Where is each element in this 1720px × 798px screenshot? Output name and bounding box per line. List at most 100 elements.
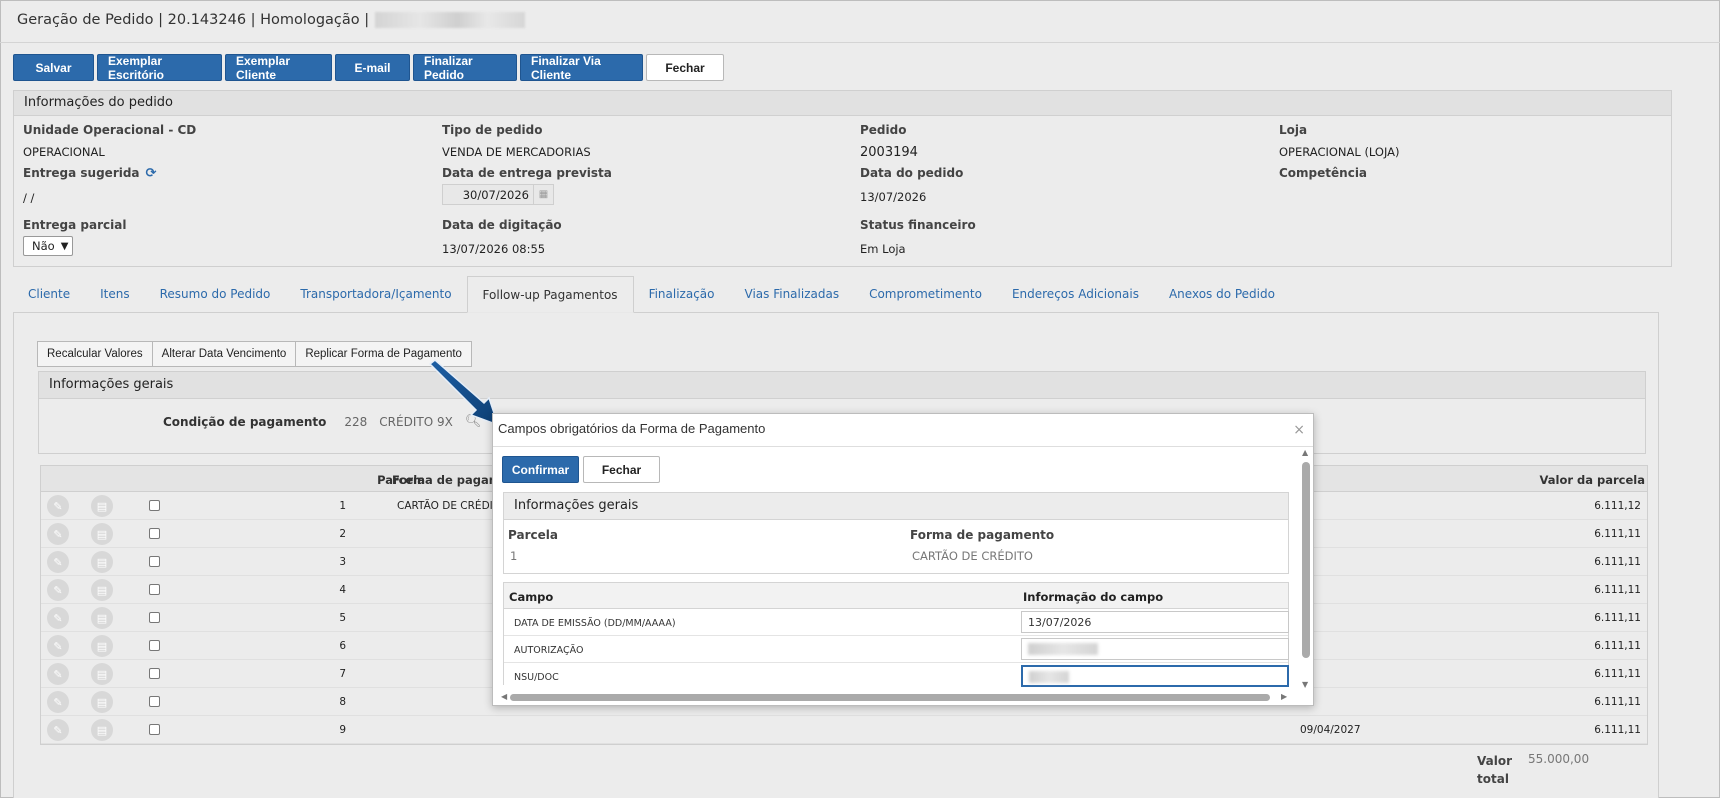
order-info-panel: Informações do pedido Unidade Operaciona… <box>13 90 1672 267</box>
document-icon[interactable]: ▤ <box>91 719 113 741</box>
finalize-order-button[interactable]: Finalizar Pedido <box>413 54 517 82</box>
valor-cell: 6.111,11 <box>1594 668 1641 680</box>
edit-icon[interactable]: ✎ <box>47 523 69 545</box>
email-button[interactable]: E-mail <box>335 54 410 81</box>
scroll-up-icon[interactable]: ▲ <box>1302 448 1308 457</box>
document-icon[interactable]: ▤ <box>91 663 113 685</box>
row-checkbox[interactable] <box>149 500 160 511</box>
parcela-cell: 1 <box>339 500 346 512</box>
calendar-icon[interactable]: ▦ <box>533 185 553 204</box>
edit-icon[interactable]: ✎ <box>47 607 69 629</box>
edit-icon[interactable]: ✎ <box>47 691 69 713</box>
parcela-cell: 2 <box>339 528 346 540</box>
row-checkbox[interactable] <box>149 696 160 707</box>
row-checkbox[interactable] <box>149 640 160 651</box>
tab-anexos[interactable]: Anexos do Pedido <box>1154 276 1290 313</box>
confirm-button[interactable]: Confirmar <box>502 456 579 483</box>
document-icon[interactable]: ▤ <box>91 607 113 629</box>
tab-comprometimento[interactable]: Comprometimento <box>854 276 997 313</box>
client-copy-button[interactable]: Exemplar Cliente <box>225 54 332 82</box>
parcela-cell: 4 <box>339 584 346 596</box>
row-checkbox[interactable] <box>149 556 160 567</box>
document-icon[interactable]: ▤ <box>91 579 113 601</box>
search-icon[interactable]: 🔍︎ <box>465 414 482 429</box>
pedido-label: Pedido <box>860 123 907 137</box>
parcela-cell: 8 <box>339 696 346 708</box>
col-info: Informação do campo <box>1023 590 1164 604</box>
scroll-right-icon[interactable]: ▶ <box>1281 692 1287 701</box>
document-icon[interactable]: ▤ <box>91 551 113 573</box>
valor-cell: 6.111,11 <box>1594 556 1641 568</box>
modal-vertical-scrollbar[interactable]: ▲ ▼ <box>1301 448 1311 692</box>
payment-actions: Recalcular Valores Alterar Data Vencimen… <box>37 341 472 367</box>
entrega-parcial-select[interactable]: Não ▼ <box>23 236 74 256</box>
change-due-date-button[interactable]: Alterar Data Vencimento <box>151 341 297 367</box>
scroll-left-icon[interactable]: ◀ <box>501 692 507 701</box>
field-name: NSU/DOC <box>514 672 559 683</box>
emission-date-input[interactable]: 13/07/2026 <box>1021 611 1289 633</box>
parcela-cell: 5 <box>339 612 346 624</box>
data-pedido-field: Data do pedido 13/07/2026 <box>860 166 963 204</box>
finalize-client-button[interactable]: Finalizar Via Cliente <box>520 54 643 82</box>
edit-icon[interactable]: ✎ <box>47 579 69 601</box>
order-info-heading: Informações do pedido <box>14 91 1671 116</box>
redacted-value <box>1028 643 1098 655</box>
tab-itens[interactable]: Itens <box>85 276 144 313</box>
edit-icon[interactable]: ✎ <box>47 719 69 741</box>
tab-enderecos[interactable]: Endereços Adicionais <box>997 276 1154 313</box>
field-row: DATA DE EMISSÃO (DD/MM/AAAA) 13/07/2026 <box>504 609 1289 636</box>
valor-cell: 6.111,11 <box>1594 640 1641 652</box>
entrega-sugerida-label: Entrega sugerida ⟳ <box>23 166 156 181</box>
tab-cliente[interactable]: Cliente <box>13 276 85 313</box>
replicate-payment-button[interactable]: Replicar Forma de Pagamento <box>295 341 472 367</box>
tab-vias-finalizadas[interactable]: Vias Finalizadas <box>730 276 855 313</box>
edit-icon[interactable]: ✎ <box>47 663 69 685</box>
close-button[interactable]: Fechar <box>646 54 724 81</box>
document-icon[interactable]: ▤ <box>91 495 113 517</box>
row-checkbox[interactable] <box>149 584 160 595</box>
modal-close-button[interactable]: Fechar <box>583 456 660 483</box>
row-checkbox[interactable] <box>149 528 160 539</box>
entrega-prevista-input[interactable]: 30/07/2026 ▦ <box>442 184 554 205</box>
tab-resumo[interactable]: Resumo do Pedido <box>145 276 286 313</box>
document-icon[interactable]: ▤ <box>91 523 113 545</box>
horizontal-scroll-thumb[interactable] <box>510 694 1270 701</box>
edit-icon[interactable]: ✎ <box>47 635 69 657</box>
document-icon[interactable]: ▤ <box>91 635 113 657</box>
nsu-doc-input[interactable] <box>1021 665 1289 687</box>
status-value: Em Loja <box>860 242 906 256</box>
save-button[interactable]: Salvar <box>13 54 94 81</box>
tab-transportadora[interactable]: Transportadora/Içamento <box>285 276 466 313</box>
row-checkbox[interactable] <box>149 668 160 679</box>
close-icon[interactable]: × <box>1293 422 1305 438</box>
entrega-prevista-field: Data de entrega prevista 30/07/2026 ▦ <box>442 166 612 205</box>
office-copy-button[interactable]: Exemplar Escritório <box>97 54 222 82</box>
entrega-parcial-field: Entrega parcial Não ▼ <box>23 218 126 256</box>
document-icon[interactable]: ▤ <box>91 691 113 713</box>
data-pedido-value: 13/07/2026 <box>860 190 927 204</box>
modal-actions: Confirmar Fechar <box>502 456 660 483</box>
authorization-input[interactable] <box>1021 638 1289 660</box>
edit-icon[interactable]: ✎ <box>47 495 69 517</box>
row-checkbox[interactable] <box>149 724 160 735</box>
edit-icon[interactable]: ✎ <box>47 551 69 573</box>
redacted-value <box>1029 671 1069 683</box>
row-checkbox[interactable] <box>149 612 160 623</box>
modal-horizontal-scrollbar[interactable]: ◀ ▶ <box>501 692 1291 702</box>
competencia-field: Competência <box>1279 166 1367 180</box>
modal-fields-table: Campo Informação do campo DATA DE EMISSÃ… <box>503 582 1289 687</box>
tab-followup-pagamentos[interactable]: Follow-up Pagamentos <box>466 276 634 313</box>
field-row: NSU/DOC <box>504 663 1289 687</box>
total-value: 55.000,00 <box>1528 752 1590 766</box>
refresh-icon[interactable]: ⟳ <box>146 166 157 181</box>
field-row: AUTORIZAÇÃO <box>504 636 1289 663</box>
status-field: Status financeiro Em Loja <box>860 218 976 256</box>
modal-parcela-label: Parcela <box>508 528 558 542</box>
vertical-scroll-thumb[interactable] <box>1302 462 1310 658</box>
entrega-prevista-label: Data de entrega prevista <box>442 166 612 180</box>
scroll-down-icon[interactable]: ▼ <box>1302 680 1308 689</box>
recalculate-button[interactable]: Recalcular Valores <box>37 341 153 367</box>
tab-finalizacao[interactable]: Finalização <box>634 276 730 313</box>
entrega-sugerida-label-text: Entrega sugerida <box>23 166 140 180</box>
condition-desc: CRÉDITO 9X <box>379 414 453 429</box>
